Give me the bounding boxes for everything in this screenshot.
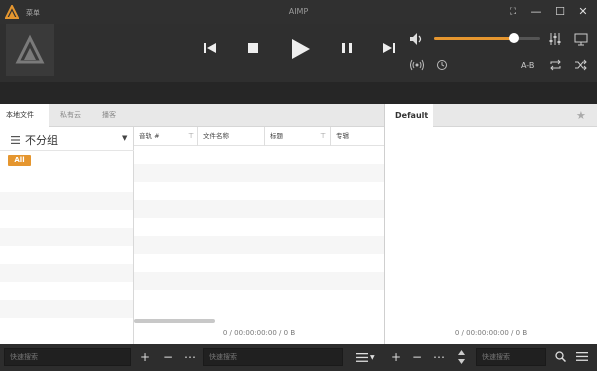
playlist-panel [384,104,597,344]
tab-default-playlist[interactable]: Default [385,104,433,127]
volume-slider[interactable] [434,33,540,43]
album-cover[interactable] [6,24,54,76]
filter-icon[interactable]: ⊤ [188,127,194,146]
list-item [0,300,133,318]
chevron-down-icon[interactable]: ▼ [122,134,127,142]
fullscreen-icon[interactable]: ⛶ [503,3,523,21]
column-label: 标题 [270,132,283,140]
column-title[interactable]: 标题 ⊤ [265,127,331,146]
timer-icon[interactable] [436,59,448,71]
visualization-strip [0,82,597,104]
library-status: 0 / 00:00:00:00 / 0 B [222,329,296,337]
add-icon[interactable]: + [389,349,403,365]
all-filter-item[interactable]: All [8,155,31,166]
monitor-icon[interactable] [574,32,588,46]
group-header[interactable] [0,127,134,151]
list-menu-icon[interactable] [356,353,368,362]
playlist-search-input[interactable]: 快速搜索 [476,348,546,366]
volume-handle[interactable] [508,33,519,43]
column-track-number[interactable]: 音轨 # ⊤ [134,127,198,146]
star-icon[interactable]: ★ [576,109,586,122]
more-icon[interactable]: ⋯ [432,349,446,365]
shuffle-icon[interactable] [574,59,587,71]
tab-local-files[interactable]: 本地文件 [0,104,49,127]
group-search-input[interactable]: 快速搜索 [4,348,131,366]
list-item [0,228,133,246]
aimp-cover-logo-icon [15,34,45,64]
search-icon[interactable] [555,351,566,362]
library-search-input[interactable]: 快速搜索 [203,348,343,366]
column-label: 文件名称 [203,132,229,140]
minimize-button[interactable]: — [526,3,546,21]
list-item [0,192,133,210]
playlist-menu-icon[interactable] [576,352,588,361]
volume-fill [434,37,514,40]
close-button[interactable]: ✕ [573,3,593,21]
column-file-name[interactable]: 文件名称 [198,127,265,146]
table-row [134,164,384,182]
ab-repeat-button[interactable]: A-B [521,61,534,70]
remove-icon[interactable]: − [161,349,175,365]
menu-icon[interactable] [11,136,20,144]
repeat-icon[interactable] [549,59,562,71]
grouping-label[interactable]: 不分组 [25,132,58,148]
column-label: 音轨 # [139,132,160,140]
playlist-status: 0 / 00:00:00:00 / 0 B [454,329,528,337]
horizontal-scrollbar[interactable] [134,319,215,323]
pause-icon[interactable] [341,42,353,54]
remove-icon[interactable]: − [410,349,424,365]
play-icon[interactable] [291,38,311,60]
filter-icon[interactable]: ⊤ [320,127,326,146]
group-list [0,174,133,318]
chevron-down-icon[interactable]: ▼ [370,354,375,361]
list-item [0,264,133,282]
previous-icon[interactable] [204,42,216,54]
table-row [134,236,384,254]
maximize-button[interactable]: ☐ [550,3,570,21]
equalizer-icon[interactable] [548,32,562,46]
table-row [134,272,384,290]
tab-private-cloud[interactable]: 私有云 [54,104,87,127]
volume-icon[interactable] [410,33,424,45]
sort-icon[interactable] [457,350,466,364]
stop-icon[interactable] [247,42,259,54]
more-icon[interactable]: ⋯ [183,349,197,365]
radio-broadcast-icon[interactable] [410,59,424,71]
table-row [134,200,384,218]
next-icon[interactable] [383,42,395,54]
track-table-body [134,146,384,290]
add-icon[interactable]: + [138,349,152,365]
column-album[interactable]: 专辑 [331,127,384,146]
tab-podcast[interactable]: 播客 [96,104,122,127]
column-label: 专辑 [336,132,349,140]
